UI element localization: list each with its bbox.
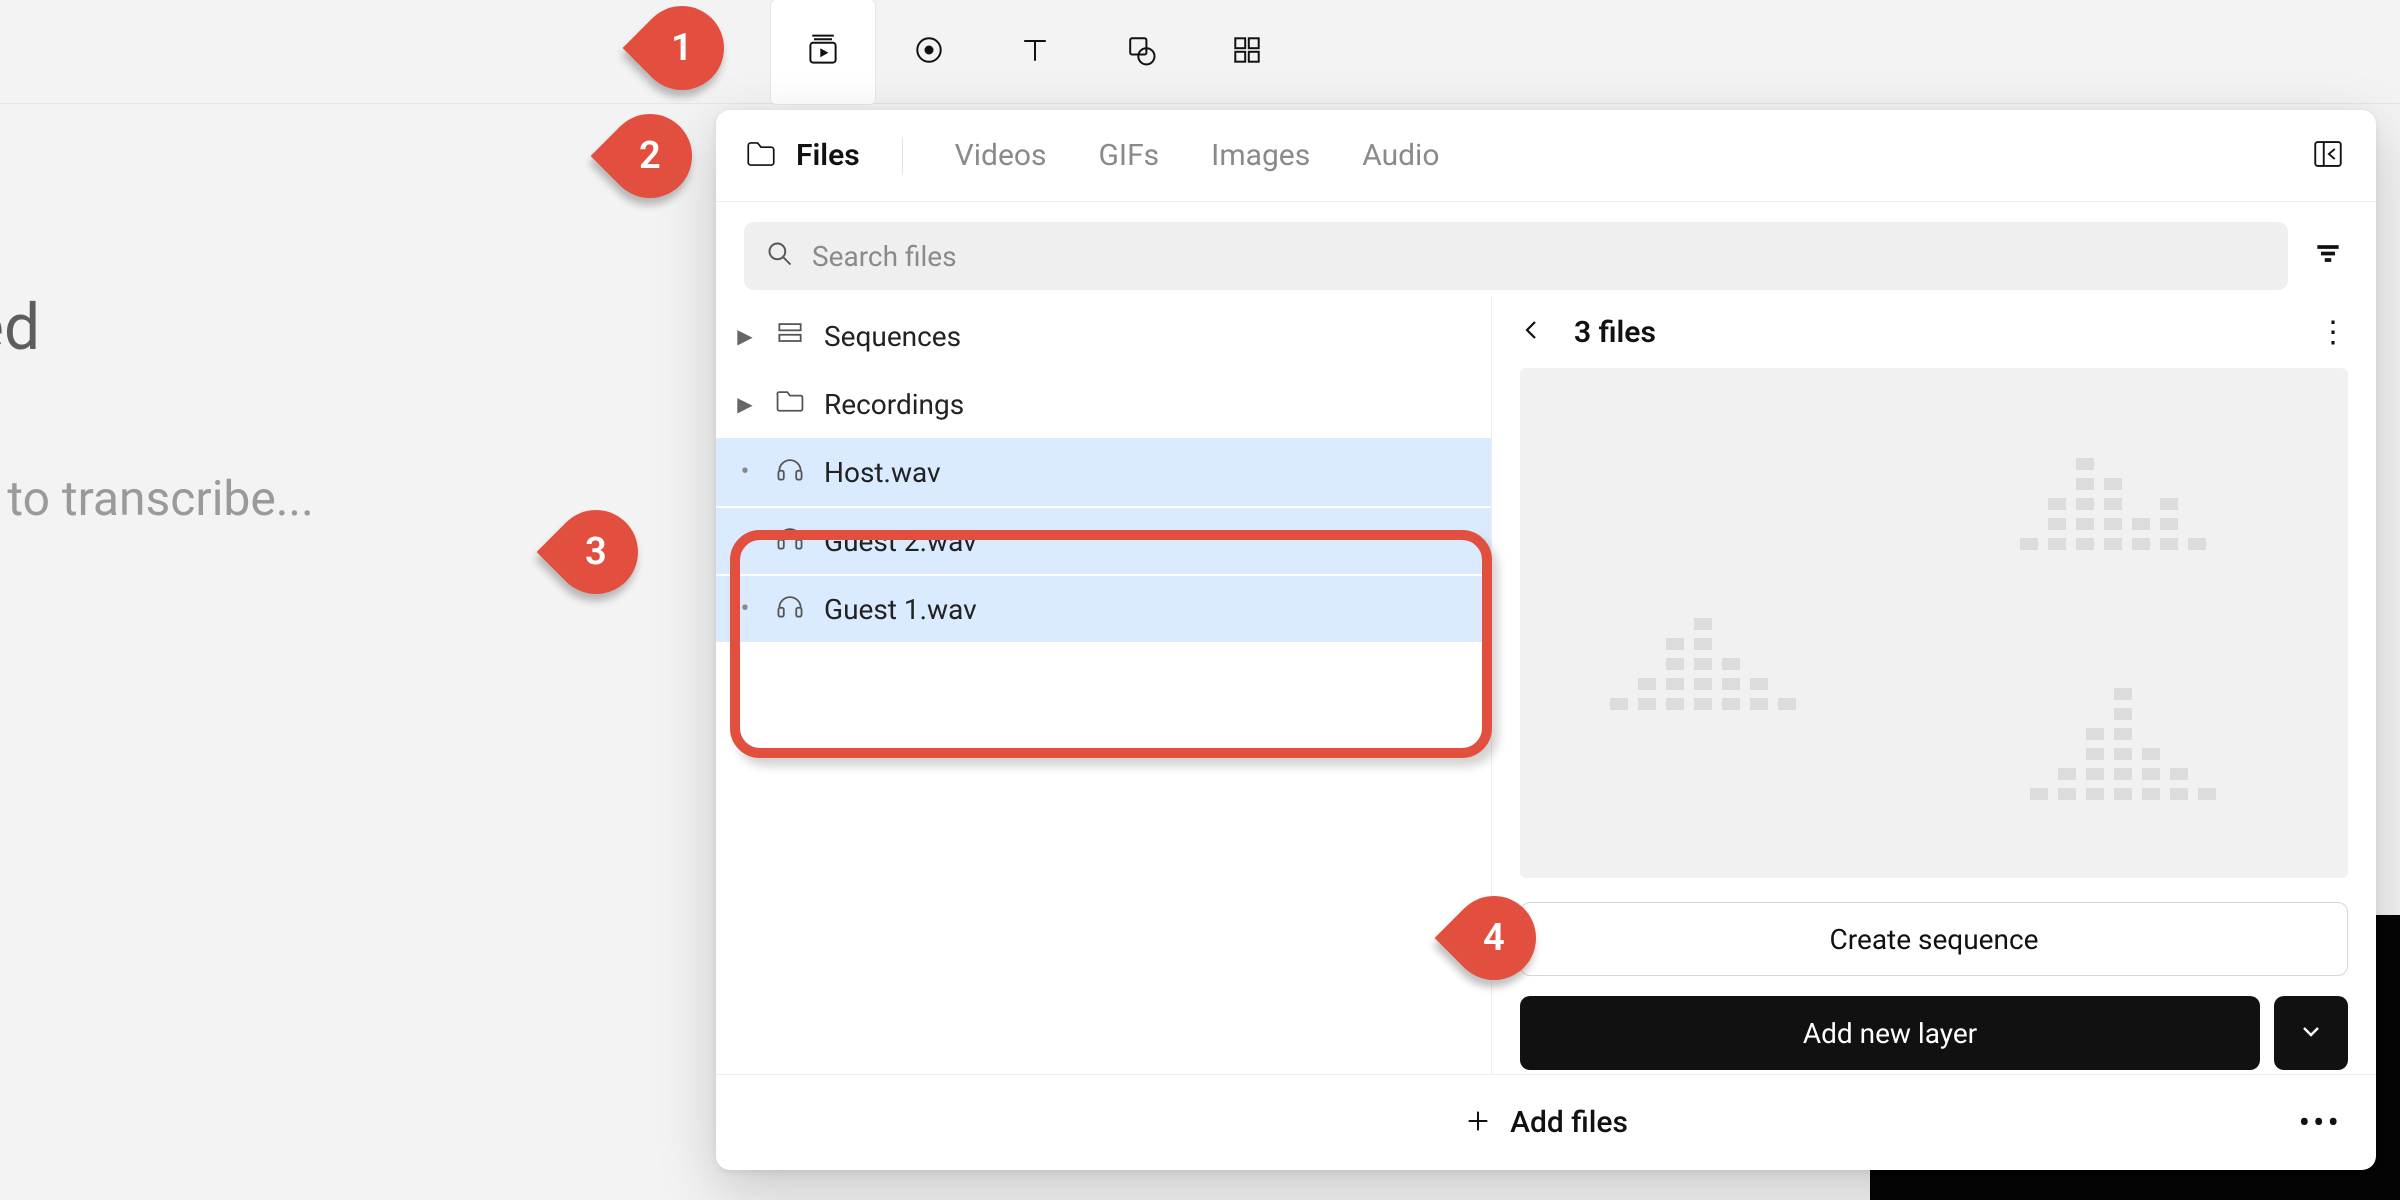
text-tool-button[interactable] [982, 0, 1088, 105]
tab-files-label: Files [796, 138, 860, 173]
filter-icon [2315, 241, 2341, 271]
tab-audio[interactable]: Audio [1362, 138, 1439, 173]
bg-title-fragment: ed [0, 290, 40, 365]
file-row[interactable]: • Guest 1.wav [716, 574, 1491, 642]
bg-placeholder-fragment: e to transcribe... [0, 470, 314, 527]
waveform-icon [1610, 618, 1796, 710]
caret-right-icon: ▶ [734, 392, 756, 416]
media-play-icon [805, 32, 841, 72]
plus-icon [1464, 1107, 1492, 1139]
tree-recordings-label: Recordings [824, 388, 964, 421]
chevron-down-icon [2299, 1019, 2323, 1047]
record-icon [911, 32, 947, 72]
folder-icon [744, 137, 778, 175]
create-sequence-button[interactable]: Create sequence [1520, 902, 2348, 976]
annotation-callout-2: 2 [591, 97, 710, 216]
more-options-button[interactable]: ⋮ [2318, 315, 2348, 350]
chevron-left-icon [1520, 327, 1544, 346]
footer-more-button[interactable]: ••• [2299, 1103, 2342, 1143]
tree-sequences[interactable]: ▶ Sequences [716, 302, 1491, 370]
main-toolbar [0, 0, 2400, 104]
tab-gifs[interactable]: GIFs [1098, 138, 1159, 173]
text-icon [1017, 32, 1053, 72]
file-row[interactable]: • Guest 2.wav [716, 506, 1491, 574]
popover-footer: Add files ••• [716, 1074, 2376, 1170]
search-input[interactable] [812, 240, 2266, 273]
shapes-tool-button[interactable] [1088, 0, 1194, 105]
waveform-icon [2020, 458, 2206, 550]
audio-file-icon [774, 590, 806, 629]
selection-count: 3 files [1574, 315, 1656, 350]
audio-file-icon [774, 453, 806, 492]
annotation-callout-3: 3 [537, 493, 656, 612]
tab-images[interactable]: Images [1211, 138, 1310, 173]
caret-right-icon: ▶ [734, 324, 756, 348]
search-box[interactable] [744, 222, 2288, 290]
folder-icon [774, 385, 806, 424]
ellipsis-icon: ••• [2299, 1103, 2342, 1143]
add-new-layer-button[interactable]: Add new layer [1520, 996, 2260, 1070]
add-new-layer-dropdown[interactable] [2274, 996, 2348, 1070]
back-button[interactable] [1520, 318, 1550, 346]
kebab-icon: ⋮ [2318, 315, 2349, 350]
tree-recordings[interactable]: ▶ Recordings [716, 370, 1491, 438]
record-button[interactable] [876, 0, 982, 105]
search-icon [766, 240, 794, 272]
audio-preview [1520, 368, 2348, 878]
audio-file-icon [774, 522, 806, 561]
grid-icon [1229, 32, 1265, 72]
bullet-icon: • [734, 457, 756, 487]
stack-icon [774, 317, 806, 356]
tab-videos[interactable]: Videos [955, 138, 1047, 173]
file-name: Guest 2.wav [824, 525, 977, 558]
collapse-panel-button[interactable] [2308, 136, 2348, 176]
shapes-icon [1123, 32, 1159, 72]
tab-files[interactable]: Files [744, 137, 903, 175]
file-name: Host.wav [824, 456, 941, 489]
file-tree: ▶ Sequences ▶ Recordings • [716, 296, 1492, 1074]
bullet-icon: • [734, 594, 756, 624]
file-name: Guest 1.wav [824, 593, 977, 626]
templates-button[interactable] [1194, 0, 1300, 105]
add-files-button[interactable]: Add files [1510, 1105, 1628, 1140]
popover-tabs-row: Files Videos GIFs Images Audio [716, 110, 2376, 202]
files-popover: Files Videos GIFs Images Audio [716, 110, 2376, 1170]
waveform-icon [2030, 688, 2216, 800]
tree-sequences-label: Sequences [824, 320, 961, 353]
file-row[interactable]: • Host.wav [716, 438, 1491, 506]
filter-button[interactable] [2308, 236, 2348, 276]
panel-collapse-icon [2311, 137, 2345, 175]
media-library-button[interactable] [770, 0, 876, 105]
bullet-icon: • [734, 526, 756, 556]
preview-pane: 3 files ⋮ [1492, 296, 2376, 1074]
